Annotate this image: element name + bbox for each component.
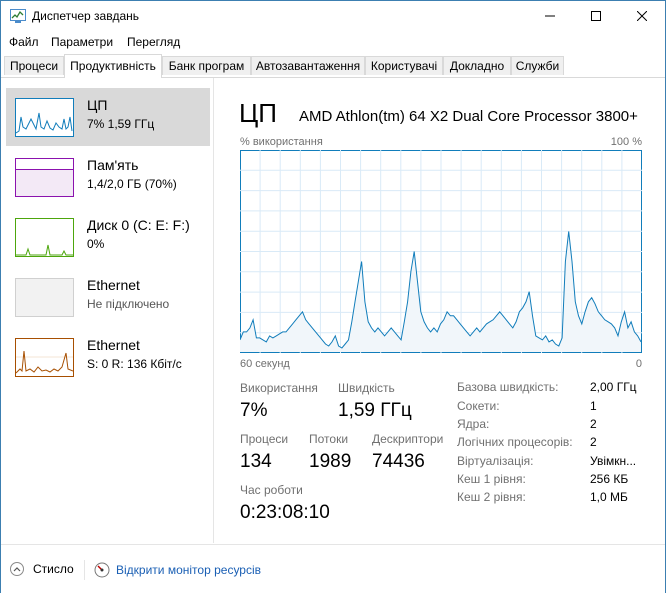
footer-bar: Стисло Відкрити монітор ресурсів (1, 544, 665, 593)
menu-view[interactable]: Перегляд (127, 35, 180, 49)
sidebar-label: ЦП (87, 97, 108, 113)
fewer-details-label: Стисло (33, 562, 74, 576)
l1-cache-label: Кеш 1 рівня: (457, 472, 526, 486)
maximize-button[interactable] (573, 1, 619, 31)
cpu-thumbnail-graph (15, 98, 74, 137)
menu-options[interactable]: Параметри (51, 35, 113, 49)
cores-label: Ядра: (457, 417, 490, 431)
graph-x-left: 60 секунд (240, 358, 290, 370)
resource-sidebar: ЦП 7% 1,59 ГГц Пам'ять 1,4/2,0 ГБ (70%) … (1, 78, 214, 543)
l2-cache-value: 1,0 МБ (590, 490, 628, 504)
menu-file[interactable]: Файл (9, 35, 39, 49)
sidebar-item-disk[interactable]: Диск 0 (C: E: F:) 0% (6, 208, 210, 266)
base-speed-label: Базова швидкість: (457, 380, 559, 394)
uptime-value: 0:23:08:10 (240, 502, 330, 523)
sidebar-item-cpu[interactable]: ЦП 7% 1,59 ГГц (6, 88, 210, 146)
sockets-label: Сокети: (457, 399, 500, 413)
sidebar-label: Диск 0 (C: E: F:) (87, 217, 190, 233)
window-title: Диспетчер завдань (32, 9, 140, 23)
chevron-up-icon (10, 562, 24, 576)
tab-details[interactable]: Докладно (443, 56, 511, 75)
sidebar-item-ethernet-disconnected[interactable]: Ethernet Не підключено (6, 268, 210, 326)
l1-cache-value: 256 КБ (590, 472, 629, 486)
task-manager-window: Диспетчер завдань Файл Параметри Перегля… (0, 0, 666, 593)
title-bar[interactable]: Диспетчер завдань (1, 1, 665, 31)
tab-services[interactable]: Служби (511, 56, 564, 75)
tab-startup[interactable]: Автозавантаження (251, 56, 365, 75)
handles-value: 74436 (372, 451, 425, 472)
speed-value: 1,59 ГГц (338, 400, 412, 421)
processes-value: 134 (240, 451, 272, 472)
tab-app-history[interactable]: Банк програм (162, 56, 251, 75)
virtualization-label: Віртуалізація: (457, 454, 534, 468)
close-button[interactable] (619, 1, 665, 31)
uptime-label: Час роботи (240, 483, 303, 497)
sidebar-sublabel: 7% 1,59 ГГц (87, 117, 155, 131)
menu-bar: Файл Параметри Перегляд (1, 32, 665, 53)
sidebar-sublabel: S: 0 R: 136 Кбіт/с (87, 357, 182, 371)
cpu-usage-graph (240, 150, 642, 353)
graph-y-label: % використання (240, 136, 323, 148)
open-resource-monitor-label: Відкрити монітор ресурсів (116, 563, 262, 577)
graph-x-right: 0 (635, 358, 642, 370)
handles-label: Дескриптори (372, 432, 444, 446)
graph-y-max: 100 % (610, 136, 642, 148)
tab-users[interactable]: Користувачі (365, 56, 443, 75)
usage-value: 7% (240, 400, 268, 421)
minimize-button[interactable] (527, 1, 573, 31)
sidebar-label: Ethernet (87, 277, 140, 293)
sidebar-sublabel: 1,4/2,0 ГБ (70%) (87, 177, 177, 191)
open-resource-monitor-link[interactable]: Відкрити монітор ресурсів (94, 562, 261, 578)
footer-separator (84, 560, 85, 580)
sidebar-sublabel: 0% (87, 237, 105, 251)
memory-fill (16, 169, 73, 196)
minimize-icon (545, 15, 555, 17)
memory-thumbnail-graph (15, 158, 74, 197)
task-manager-icon (10, 9, 26, 23)
sidebar-sublabel: Не підключено (87, 297, 170, 311)
cpu-model-name: AMD Athlon(tm) 64 X2 Dual Core Processor… (299, 108, 638, 125)
tab-performance[interactable]: Продуктивність (64, 54, 162, 78)
resource-monitor-icon (94, 562, 110, 578)
processes-label: Процеси (240, 432, 289, 446)
fewer-details-button[interactable]: Стисло (10, 562, 74, 576)
cpu-detail-panel: ЦП AMD Athlon(tm) 64 X2 Dual Core Proces… (239, 78, 643, 543)
maximize-icon (591, 11, 601, 21)
tab-processes[interactable]: Процеси (4, 56, 64, 75)
threads-value: 1989 (309, 451, 352, 472)
performance-content: ЦП 7% 1,59 ГГц Пам'ять 1,4/2,0 ГБ (70%) … (1, 78, 665, 543)
usage-label: Використання (240, 381, 318, 395)
tab-bar: Процеси Продуктивність Банк програм Авто… (1, 54, 665, 78)
sidebar-item-ethernet[interactable]: Ethernet S: 0 R: 136 Кбіт/с (6, 328, 210, 386)
sidebar-label: Ethernet (87, 337, 140, 353)
sidebar-label: Пам'ять (87, 157, 139, 173)
logical-processors-label: Логічних процесорів: (457, 435, 573, 449)
threads-label: Потоки (309, 432, 349, 446)
ethernet-thumbnail-graph (15, 338, 74, 377)
l2-cache-label: Кеш 2 рівня: (457, 490, 526, 504)
logical-processors-value: 2 (590, 435, 597, 449)
page-title: ЦП (239, 98, 277, 128)
virtualization-value: Увімкн... (590, 454, 637, 468)
disk-thumbnail-graph (15, 218, 74, 257)
sidebar-item-memory[interactable]: Пам'ять 1,4/2,0 ГБ (70%) (6, 148, 210, 206)
ethernet-thumbnail-graph (15, 278, 74, 317)
cores-value: 2 (590, 417, 597, 431)
sockets-value: 1 (590, 399, 597, 413)
close-icon (637, 11, 647, 21)
base-speed-value: 2,00 ГГц (590, 380, 637, 394)
speed-label: Швидкість (338, 381, 395, 395)
